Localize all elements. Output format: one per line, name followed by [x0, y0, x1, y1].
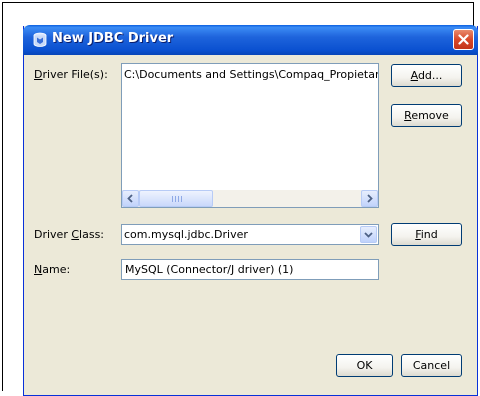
- list-item[interactable]: C:\Documents and Settings\Compaq_Propiet…: [124, 68, 378, 81]
- find-button[interactable]: Find: [391, 223, 462, 246]
- dropdown-button[interactable]: [360, 226, 377, 243]
- ok-button[interactable]: OK: [336, 354, 393, 377]
- driver-files-list[interactable]: C:\Documents and Settings\Compaq_Propiet…: [121, 63, 379, 208]
- name-label: Name:: [34, 263, 71, 276]
- scroll-left-button[interactable]: [122, 190, 139, 207]
- driver-class-value: com.mysql.jdbc.Driver: [124, 228, 248, 241]
- driver-files-label: Driver File(s):: [34, 68, 108, 81]
- jdbc-driver-icon: [33, 32, 47, 47]
- cancel-button[interactable]: Cancel: [401, 354, 462, 377]
- remove-button[interactable]: Remove: [391, 104, 462, 127]
- scroll-grip: [172, 196, 182, 202]
- dropdown-arrow-icon: [364, 232, 373, 238]
- driver-class-label: Driver Class:: [34, 228, 105, 241]
- title-bar[interactable]: New JDBC Driver: [23, 25, 478, 55]
- new-jdbc-driver-dialog: New JDBC Driver Driver File(s): C:\Docum…: [23, 25, 478, 396]
- scroll-left-icon: [127, 194, 133, 203]
- scroll-right-icon: [367, 194, 373, 203]
- driver-class-combo[interactable]: com.mysql.jdbc.Driver: [121, 224, 379, 245]
- close-button[interactable]: [453, 29, 474, 50]
- horizontal-scrollbar[interactable]: [122, 190, 378, 207]
- scroll-thumb[interactable]: [139, 190, 213, 207]
- add-button[interactable]: Add...: [391, 64, 462, 87]
- close-icon: [458, 34, 469, 45]
- name-input[interactable]: MySQL (Connector/J driver) (1): [121, 259, 379, 280]
- dialog-title: New JDBC Driver: [52, 31, 174, 46]
- scroll-right-button[interactable]: [361, 190, 378, 207]
